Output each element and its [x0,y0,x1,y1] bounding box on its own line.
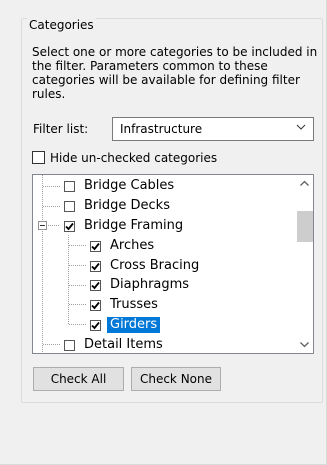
checkmark-icon [91,321,100,330]
category-tree[interactable]: Bridge Cables Bridge Decks Bridge Framing A… [32,174,314,354]
check-all-button[interactable]: Check All [33,367,124,391]
tree-item-label: Bridge Decks [84,198,170,213]
tree-item-checkbox[interactable] [90,241,101,252]
tree-item-checkbox[interactable] [64,340,75,351]
categories-description: Select one or more categories to be incl… [32,45,318,101]
tree-item-label: Girders [107,317,161,333]
tree-item-checkbox[interactable] [90,320,101,331]
tree-item-label: Bridge Framing [84,218,184,233]
hide-unchecked-label: Hide un-checked categories [50,151,218,165]
checkmark-icon [65,222,74,231]
tree-item-checkbox[interactable] [64,201,75,212]
scroll-thumb[interactable] [297,211,313,242]
tree-item-label: Detail Items [84,337,163,352]
check-none-button[interactable]: Check None [131,367,221,391]
filter-list-label: Filter list: [33,122,89,136]
scroll-down-icon[interactable] [296,336,313,353]
filter-list-dropdown[interactable]: Infrastructure [112,117,314,141]
tree-item-checkbox[interactable] [90,261,101,272]
checkmark-icon [91,301,100,310]
checkmark-icon [91,281,100,290]
group-title: Categories [27,18,96,32]
checkmark-icon [91,262,100,271]
collapse-icon[interactable] [38,221,47,230]
tree-item-checkbox[interactable] [64,221,75,232]
tree-item-label: Diaphragms [110,277,190,292]
scroll-up-icon[interactable] [296,175,313,192]
tree-item-label: Bridge Cables [84,178,175,193]
filter-list-value: Infrastructure [120,122,203,136]
vertical-scrollbar[interactable] [296,175,313,353]
tree-item-label: Trusses [110,297,158,312]
hide-unchecked-checkbox[interactable] [32,151,45,164]
categories-panel: Categories Select one or more categories… [0,0,327,465]
chevron-down-icon [296,124,306,130]
tree-item-checkbox[interactable] [90,280,101,291]
tree-item-checkbox[interactable] [90,300,101,311]
checkmark-icon [91,242,100,251]
tree-item-checkbox[interactable] [64,181,75,192]
tree-item-label: Arches [110,238,155,253]
tree-item-label: Cross Bracing [110,258,200,273]
